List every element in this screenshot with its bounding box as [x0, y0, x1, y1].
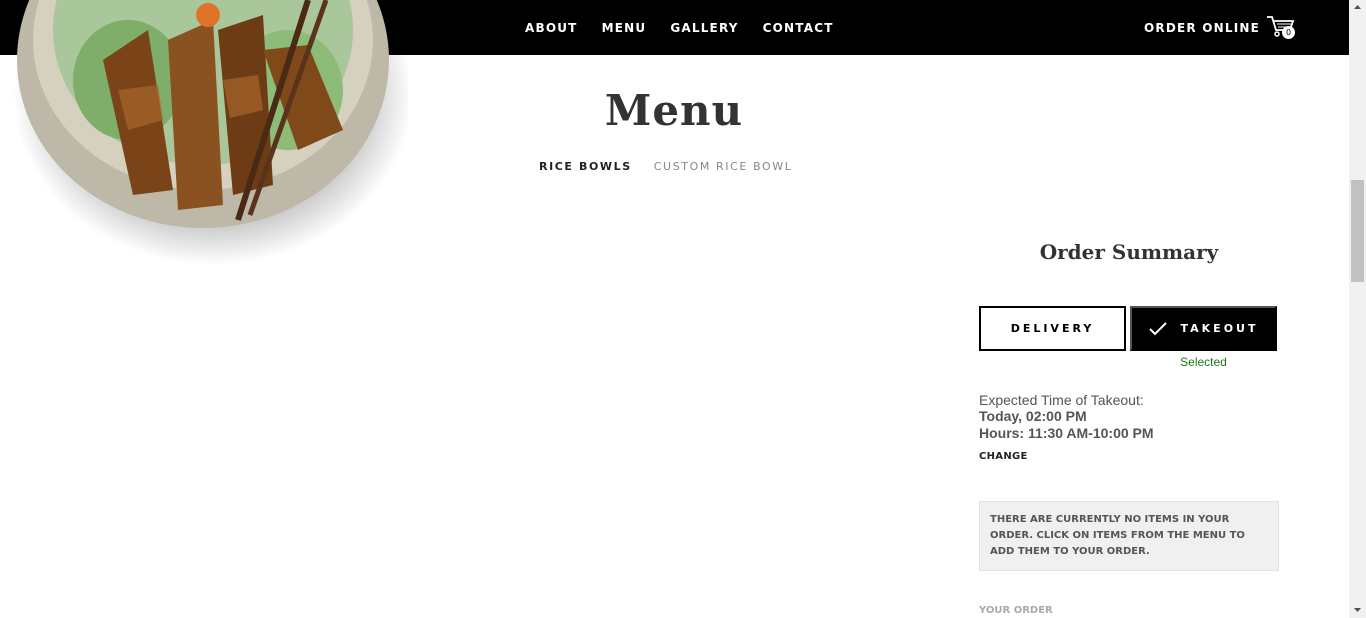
rice-bowl-image	[13, 0, 408, 265]
main-nav: ABOUT MENU GALLERY CONTACT	[525, 21, 834, 35]
scrollbar-thumb[interactable]	[1351, 180, 1364, 282]
selected-status: Selected	[1180, 355, 1227, 369]
expected-time-value: Today, 02:00 PM	[979, 408, 1087, 424]
tab-custom-rice-bowl[interactable]: CUSTOM RICE BOWL	[654, 160, 793, 173]
nav-contact[interactable]: CONTACT	[763, 21, 834, 35]
takeout-button-label: TAKEOUT	[1180, 322, 1259, 335]
tab-rice-bowls[interactable]: RICE BOWLS	[539, 160, 632, 173]
menu-category-tabs: RICE BOWLS CUSTOM RICE BOWL	[539, 160, 793, 173]
checkmark-icon	[1148, 321, 1167, 335]
nav-about[interactable]: ABOUT	[525, 21, 578, 35]
nav-menu[interactable]: MENU	[602, 21, 647, 35]
menu-title: Menu	[604, 86, 744, 135]
your-order-label: YOUR ORDER	[979, 605, 1053, 616]
change-time-link[interactable]: CHANGE	[979, 451, 1028, 462]
order-online-link[interactable]: ORDER ONLINE	[1144, 21, 1260, 35]
delivery-button[interactable]: DELIVERY	[979, 306, 1126, 351]
order-summary-title: Order Summary	[1039, 240, 1219, 264]
nav-gallery[interactable]: GALLERY	[670, 21, 738, 35]
business-hours: Hours: 11:30 AM-10:00 PM	[979, 425, 1154, 441]
cart-count-badge: 0	[1282, 26, 1295, 39]
scroll-up-arrow-icon[interactable]	[1352, 2, 1363, 12]
expected-time-label: Expected Time of Takeout:	[979, 392, 1144, 408]
takeout-button[interactable]: TAKEOUT	[1130, 306, 1277, 351]
delivery-button-label: DELIVERY	[1010, 322, 1095, 335]
empty-order-message: THERE ARE CURRENTLY NO ITEMS IN YOUR ORD…	[979, 501, 1279, 571]
scroll-down-arrow-icon[interactable]	[1352, 605, 1363, 615]
vertical-scrollbar[interactable]	[1349, 0, 1366, 618]
